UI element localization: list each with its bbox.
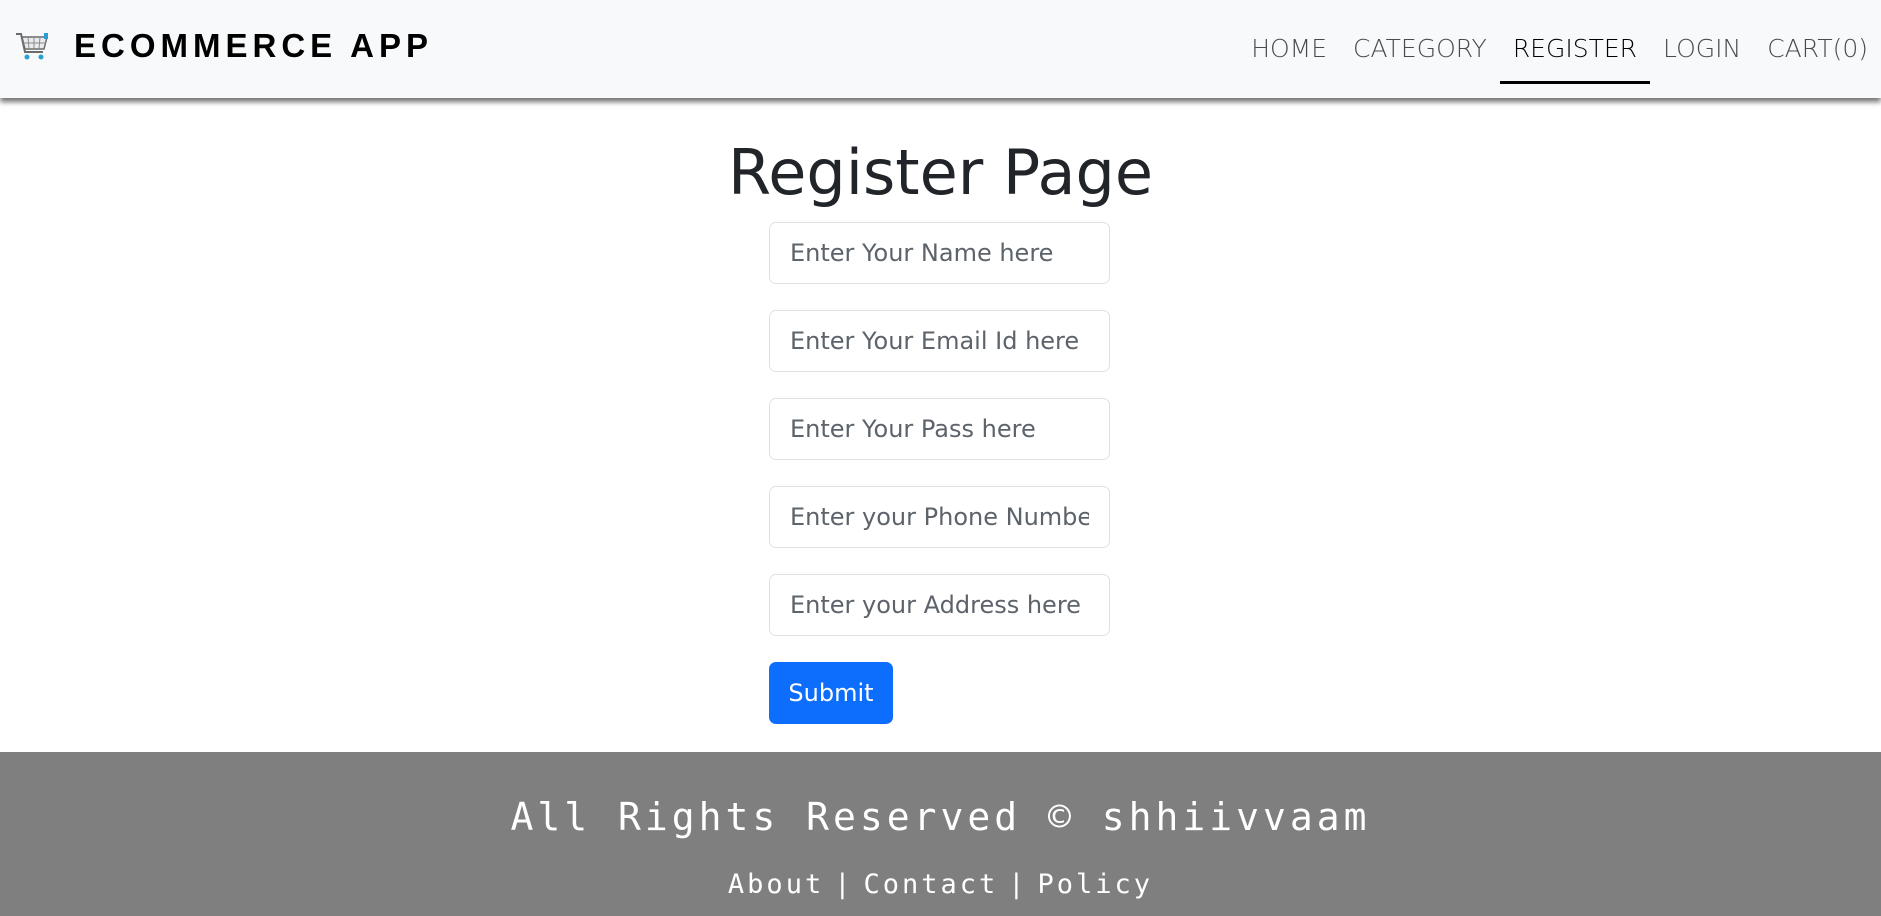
nav-cart-link[interactable]: CART(0) [1754, 0, 1881, 98]
password-input[interactable] [769, 398, 1110, 460]
brand-link[interactable]: ECOMMERCE APP [14, 28, 433, 64]
main-content: Register Page Submit [0, 98, 1881, 752]
footer-links: About | Contact | Policy [0, 868, 1881, 902]
nav-home-link[interactable]: HOME [1238, 0, 1340, 98]
nav-register-link[interactable]: REGISTER [1499, 0, 1651, 98]
submit-button[interactable]: Submit [769, 662, 893, 724]
footer-separator: | [834, 869, 854, 900]
brand-text: ECOMMERCE APP [74, 27, 433, 64]
footer-policy-link[interactable]: Policy [1038, 869, 1154, 900]
footer-contact-link[interactable]: Contact [863, 869, 998, 900]
phone-input[interactable] [769, 486, 1110, 548]
footer-copyright: All Rights Reserved © shhiivvaam [510, 795, 1371, 839]
name-input[interactable] [769, 222, 1110, 284]
footer-separator: | [1008, 869, 1028, 900]
nav-links: HOME CATEGORY REGISTER LOGIN CART(0) [1238, 0, 1881, 98]
shopping-cart-icon [14, 28, 50, 64]
page-title: Register Page [727, 136, 1154, 209]
address-input[interactable] [769, 574, 1110, 636]
email-input[interactable] [769, 310, 1110, 372]
register-form: Submit [769, 222, 1110, 724]
footer-about-link[interactable]: About [728, 869, 824, 900]
navbar: ECOMMERCE APP HOME CATEGORY REGISTER LOG… [0, 0, 1881, 98]
nav-category-link[interactable]: CATEGORY [1340, 0, 1500, 98]
nav-login-link[interactable]: LOGIN [1650, 0, 1754, 98]
footer: All Rights Reserved © shhiivvaam About | C… [0, 752, 1881, 916]
